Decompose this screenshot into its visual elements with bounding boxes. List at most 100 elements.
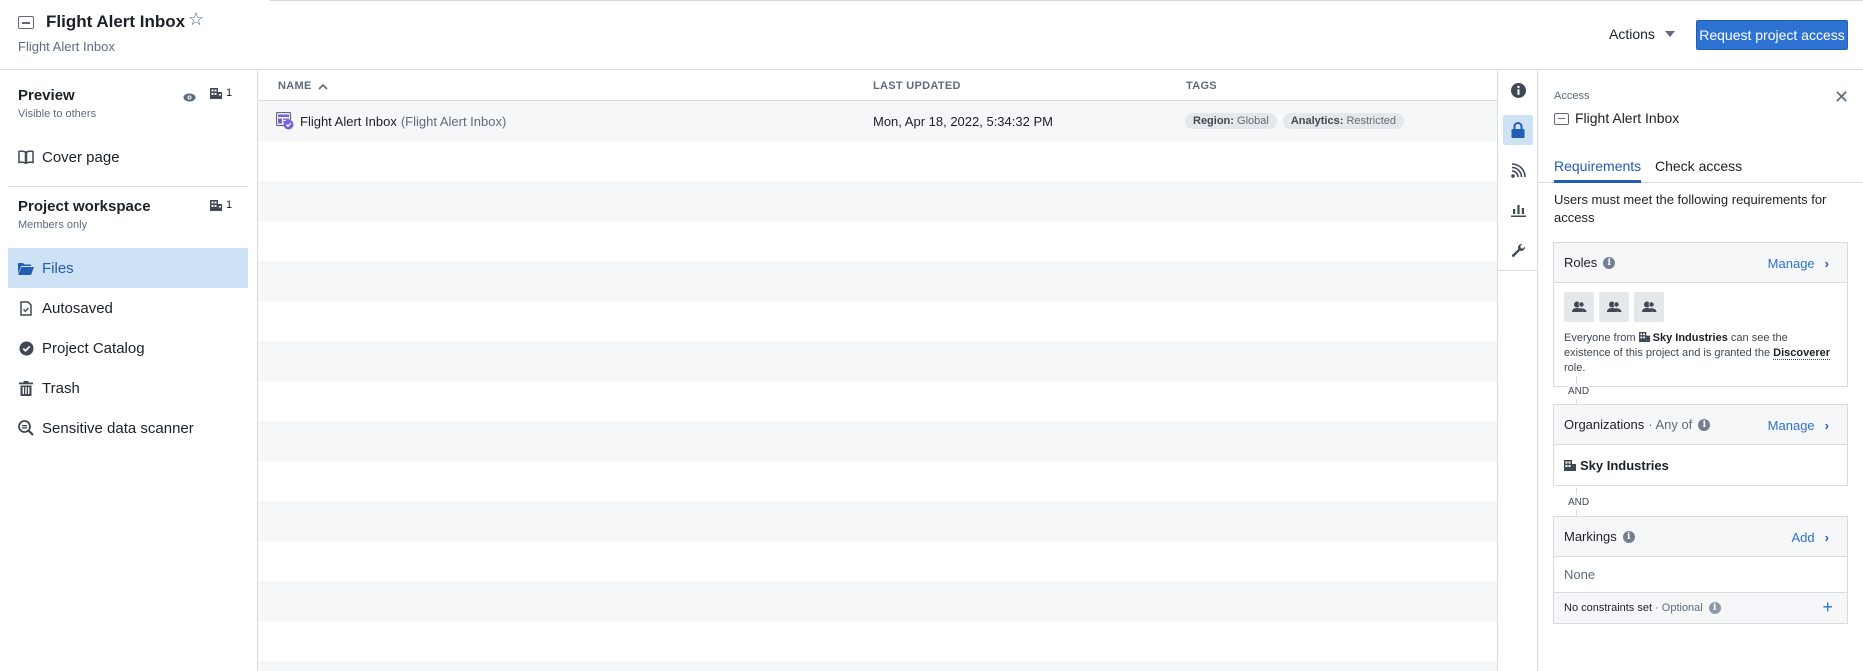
activity-tab-button[interactable] [1503,155,1533,185]
sidebar-item-files[interactable]: Files [8,248,248,288]
markings-add-label: Add [1791,529,1815,545]
markings-value: None [1554,557,1847,593]
roles-manage-label: Manage [1767,255,1815,271]
info-tab-button[interactable] [1503,75,1533,105]
sidebar-item-trash[interactable]: Trash [8,368,248,408]
page-title: Flight Alert Inbox [46,12,186,31]
markings-card-header: Markings i Add › [1554,517,1847,557]
cell-tags: Region: Global Analytics: Restricted [1185,101,1410,141]
requirements-description: Users must meet the following requiremen… [1554,192,1827,225]
organizations-title: Organizations [1564,417,1645,432]
organizations-manage-label: Manage [1767,417,1815,433]
roles-manage-button[interactable]: Manage › [1768,243,1829,283]
sidebar-item-label: Sensitive data scanner [42,419,194,437]
people-icon[interactable] [1564,292,1594,322]
chart-icon [1510,205,1526,217]
roles-card-header: Roles i Manage › [1554,243,1847,283]
role-icons [1564,292,1837,322]
file-alias: (Flight Alert Inbox) [400,113,507,129]
sidebar-divider [8,186,248,187]
workspace-org-count-value: 1 [226,199,233,211]
sidebar-item-label: Trash [42,379,80,397]
constraints-qualifier: · Optional [1655,602,1703,614]
info-icon[interactable]: i [1708,602,1721,614]
roles-text-suffix: role. [1564,362,1586,374]
preview-org-count-value: 1 [226,87,233,99]
metrics-tab-button[interactable] [1503,195,1533,225]
request-project-access-button[interactable]: Request project access [1696,20,1848,50]
lock-icon [1511,122,1525,138]
empty-row [258,261,1497,301]
table-rows: Flight Alert Inbox (Flight Alert Inbox) … [258,101,1497,671]
project-inbox-icon [1554,113,1569,125]
column-header-tags[interactable]: TAGS [1186,80,1217,92]
roles-text-prefix: Everyone from [1564,332,1636,344]
and-label: AND [1568,495,1590,510]
sidebar-item-project-catalog[interactable]: Project Catalog [8,328,248,368]
panel-tabs: Requirements Check access [1538,150,1863,183]
folder-open-icon [18,260,34,276]
organization-name: Sky Industries [1580,457,1669,473]
project-inbox-icon [18,16,34,29]
empty-row [258,541,1497,581]
actions-dropdown[interactable]: Actions [1609,26,1675,42]
sidebar-item-label: Autosaved [42,299,113,317]
markings-add-button[interactable]: Add › [1792,517,1829,557]
and-label: AND [1568,384,1590,399]
tab-check-access[interactable]: Check access [1655,150,1742,183]
sidebar-item-autosaved[interactable]: Autosaved [8,288,248,328]
sidebar-item-label: Project Catalog [42,339,145,357]
roles-card-body: Everyone from Sky Industries can see the… [1554,283,1847,386]
empty-row [258,621,1497,661]
rail-buttons [1498,70,1538,271]
document-check-icon [18,300,34,316]
roles-description: Everyone from Sky Industries can see the… [1564,331,1837,376]
building-icon [210,199,222,211]
sidebar-item-label: Files [42,259,74,277]
people-icon[interactable] [1634,292,1664,322]
building-icon [1564,459,1576,471]
page-header: Flight Alert Inbox ☆ Flight Alert Inbox … [0,0,1863,70]
column-header-name[interactable]: NAME [278,80,328,92]
tag-region[interactable]: Region: Global [1185,113,1277,129]
info-icon[interactable]: i [1622,530,1635,543]
column-header-name-label: NAME [278,80,312,92]
roles-org-name: Sky Industries [1652,332,1728,344]
tab-requirements[interactable]: Requirements [1554,150,1642,183]
empty-row [258,421,1497,461]
info-icon[interactable]: i [1603,256,1616,269]
search-scan-icon [18,420,34,436]
sidebar-item-sensitive-data-scanner[interactable]: Sensitive data scanner [8,408,248,448]
favorite-star-icon[interactable]: ☆ [188,10,204,28]
cell-name[interactable]: Flight Alert Inbox (Flight Alert Inbox) [275,101,507,141]
markings-title: Markings [1564,529,1617,544]
trash-icon [18,380,34,396]
info-icon [1510,82,1526,98]
tag-analytics[interactable]: Analytics: Restricted [1282,113,1404,129]
close-icon[interactable]: ✕ [1834,88,1849,106]
tag-value: Global [1237,115,1269,127]
chevron-right-icon: › [1824,255,1829,271]
sort-ascending-icon [318,83,328,90]
workspace-section-title: Project workspace [18,198,151,215]
organization-item: Sky Industries [1554,445,1847,485]
access-tab-button[interactable] [1503,115,1533,145]
role-name[interactable]: Discoverer [1773,347,1831,360]
table-row[interactable]: Flight Alert Inbox (Flight Alert Inbox) … [258,101,1497,141]
organizations-manage-button[interactable]: Manage › [1768,405,1829,445]
people-icon[interactable] [1599,292,1629,322]
table-header: NAME LAST UPDATED TAGS [258,70,1497,101]
sidebar-item-label: Cover page [42,148,120,166]
tag-key: Region [1193,115,1231,127]
sidebar-item-cover-page[interactable]: Cover page [8,137,248,177]
access-panel: Access ✕ Flight Alert Inbox Requirements… [1538,70,1863,671]
actions-label: Actions [1609,26,1655,42]
info-icon[interactable]: i [1698,418,1711,431]
empty-row [258,501,1497,541]
file-name: Flight Alert Inbox [300,113,397,129]
preview-org-count: 1 [210,87,232,99]
settings-tab-button[interactable] [1503,235,1533,265]
cell-last-updated: Mon, Apr 18, 2022, 5:34:32 PM [873,113,1053,129]
add-constraint-plus-icon[interactable]: + [1822,598,1833,616]
column-header-last-updated[interactable]: LAST UPDATED [873,80,961,92]
